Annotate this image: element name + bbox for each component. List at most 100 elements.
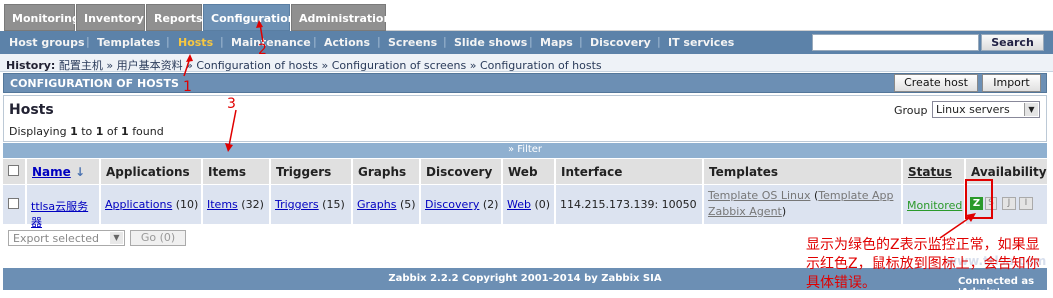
items-cell: Items (32) [203,185,270,224]
discovery-count: (2) [482,198,499,211]
separator: | [86,35,90,48]
items-count: (32) [241,198,264,211]
to-count: 1 [95,125,104,138]
tab-reports[interactable]: Reports [146,4,203,31]
column-header-name[interactable]: Name ↓ [27,159,100,184]
graphs-cell: Graphs (5) [353,185,420,224]
applications-link[interactable]: Applications [105,198,172,211]
select-all-checkbox[interactable] [8,165,19,176]
displaying-count: Displaying 1 to 1 of 1 found [9,125,164,138]
separator: | [529,35,533,48]
zabbix-agent-status-icon[interactable]: Z [970,197,983,210]
hosts-header: Hosts Displaying 1 to 1 of 1 found Group… [3,95,1047,142]
total-count: 1 [121,125,129,138]
hosts-title: Hosts [9,102,54,118]
web-cell: Web (0) [503,185,555,224]
subnav-it-services[interactable]: IT services [668,36,734,49]
annotation-note: 显示为绿色的Z表示监控正常，如果显示红色Z，鼠标放到图标上，会告知你具体错误。 [806,237,1040,291]
of-word: of [106,125,118,138]
interface-cell: 114.215.173.139: 10050 [556,185,703,224]
subnav-screens[interactable]: Screens [388,36,437,49]
row-select-cell [3,185,26,224]
tab-monitoring[interactable]: Monitoring [4,4,80,31]
group-label: Group [894,104,928,117]
discovery-link[interactable]: Discovery [425,198,479,211]
go-button[interactable]: Go (0) [130,230,186,246]
separator: | [579,35,583,48]
applications-cell: Applications (10) [101,185,202,224]
chevron-down-icon[interactable]: ▼ [110,232,123,244]
host-name-cell: ttlsa云服务器 [27,185,100,229]
column-header-applications: Applications [101,159,202,184]
availability-cell: Z S J I [966,185,1047,224]
web-count: (0) [534,198,551,211]
import-button[interactable]: Import [982,74,1041,92]
discovery-cell: Discovery (2) [421,185,502,224]
annotation-label: 2 [258,42,267,58]
subnav-discovery[interactable]: Discovery [590,36,651,49]
main-menu: Monitoring Inventory Reports Configurati… [0,0,1053,32]
graphs-link[interactable]: Graphs [357,198,396,211]
items-link[interactable]: Items [207,198,238,211]
history-item[interactable]: 用户基本资料 [117,59,183,72]
header-select-all [3,159,26,184]
separator: | [166,35,170,48]
group-select[interactable]: Linux servers ▼ [932,101,1040,118]
group-select-value: Linux servers [936,103,1010,116]
host-name-link[interactable]: ttlsa云服务器 [31,200,88,229]
search-input[interactable] [812,34,979,51]
history-item[interactable]: 配置主机 [59,59,103,72]
row-checkbox[interactable] [8,198,19,209]
separator: | [313,35,317,48]
separator: | [657,35,661,48]
web-link[interactable]: Web [507,198,531,211]
subnav-hosts[interactable]: Hosts [178,36,213,49]
subnav-maps[interactable]: Maps [540,36,573,49]
subnav-actions[interactable]: Actions [324,36,370,49]
tab-inventory[interactable]: Inventory [76,4,145,31]
subnav-host-groups[interactable]: Host groups [9,36,85,49]
column-header-items: Items [203,159,270,184]
triggers-link[interactable]: Triggers [275,198,319,211]
subnav-templates[interactable]: Templates [97,36,160,49]
filter-label: Filter [517,144,543,155]
column-header-templates: Templates [704,159,902,184]
snmp-status-icon[interactable]: S [985,197,997,210]
status-monitored-link[interactable]: Monitored [907,199,962,212]
ipmi-status-icon[interactable]: I [1019,197,1033,210]
annotation-label: 3 [227,96,236,112]
chevron-down-icon[interactable]: ▼ [1024,103,1038,116]
separator: | [220,35,224,48]
sort-down-icon: ↓ [74,165,86,179]
column-header-discovery: Discovery [421,159,502,184]
template-link[interactable]: Template OS Linux [708,189,810,202]
filter-toggle[interactable]: » Filter [3,143,1047,158]
from-count: 1 [70,125,78,138]
templates-cell: Template OS Linux (Template App Zabbix A… [704,185,902,224]
history-label: History: [6,59,56,72]
triggers-cell: Triggers (15) [271,185,352,224]
column-header-status[interactable]: Status [903,159,965,184]
create-host-button[interactable]: Create host [894,74,978,92]
search-button[interactable]: Search [981,34,1044,51]
tab-configuration[interactable]: Configuration [203,4,296,31]
sort-name-link[interactable]: Name [32,165,71,179]
history-item[interactable]: Configuration of hosts [480,59,602,72]
jmx-status-icon[interactable]: J [1002,197,1016,210]
column-header-interface: Interface [556,159,703,184]
found-word: found [132,125,164,138]
history-item[interactable]: Configuration of hosts [196,59,318,72]
tab-administration[interactable]: Administration [291,4,391,31]
subnav-slide-shows[interactable]: Slide shows [454,36,527,49]
export-select-value: Export selected [13,232,99,245]
sub-menu: Host groups | Templates | Hosts | Mainte… [0,31,1053,54]
history-item[interactable]: Configuration of screens [332,59,467,72]
to-word: to [81,125,93,138]
subnav-maintenance[interactable]: Maintenance [231,36,311,49]
displaying-prefix: Displaying [9,125,67,138]
page-title: CONFIGURATION OF HOSTS [3,73,1047,93]
applications-count: (10) [175,198,199,211]
separator: | [443,35,447,48]
export-select[interactable]: Export selected ▼ [8,230,125,246]
status-cell: Monitored [903,185,965,224]
